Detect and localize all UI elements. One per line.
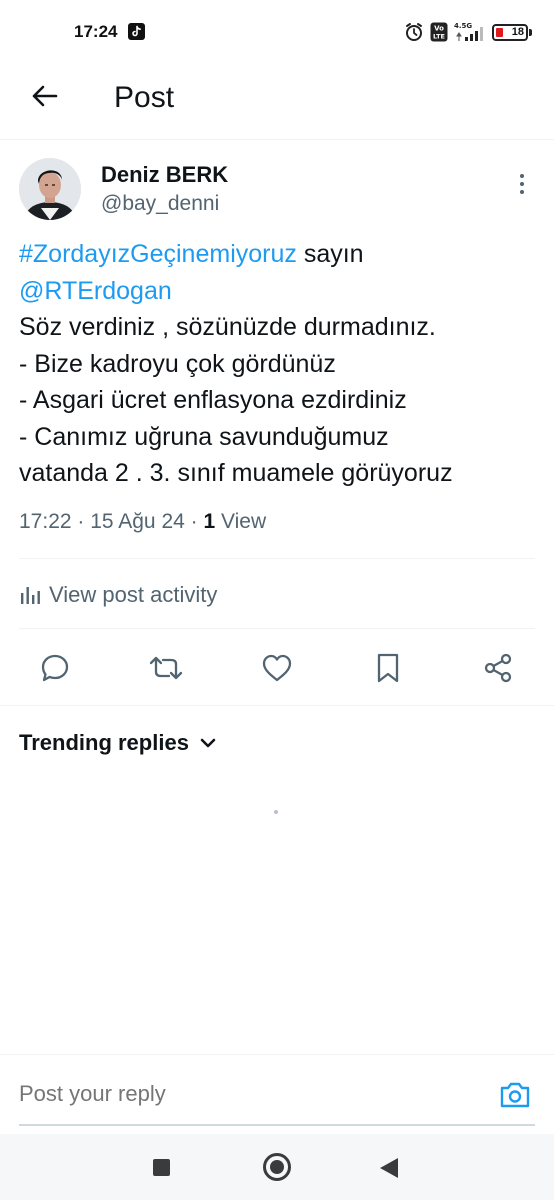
reply-input[interactable] xyxy=(19,1081,459,1107)
battery-percent: 18 xyxy=(511,26,524,38)
alarm-clock-icon xyxy=(406,23,422,41)
repost-button[interactable] xyxy=(146,648,186,688)
view-post-activity-label: View post activity xyxy=(49,582,218,607)
mention-link[interactable]: @RTErdogan xyxy=(19,277,172,305)
signal-strength-icon: 4.5G xyxy=(454,22,483,41)
network-type-label: 4.5G xyxy=(454,22,472,30)
views-count: 1 xyxy=(203,510,216,533)
like-button[interactable] xyxy=(257,648,297,688)
volte-icon: Vo LTE xyxy=(430,22,448,42)
tiktok-notification-icon xyxy=(128,23,145,40)
reply-input-underline xyxy=(19,1124,535,1126)
page-title: Post xyxy=(114,81,175,114)
top-app-bar: Post xyxy=(0,64,554,140)
avatar[interactable] xyxy=(19,158,81,220)
post-timestamp[interactable]: 17:22 · 15 Ağu 24 · xyxy=(19,510,203,533)
analytics-bars-icon xyxy=(21,587,40,604)
svg-text:LTE: LTE xyxy=(433,33,445,41)
reply-composer xyxy=(0,1054,554,1134)
more-options-button[interactable] xyxy=(510,172,534,196)
views-label: View xyxy=(215,510,267,533)
reply-button[interactable] xyxy=(35,648,75,688)
bookmark-icon xyxy=(377,653,399,683)
back-button[interactable] xyxy=(26,78,62,114)
divider xyxy=(19,628,535,629)
retweet-icon xyxy=(149,656,183,680)
divider xyxy=(19,558,535,559)
share-button[interactable] xyxy=(478,648,518,688)
post-text-line: Söz verdiniz , sözünüzde durmadınız. xyxy=(19,313,436,341)
loading-indicator xyxy=(274,810,278,814)
reply-sort-label: Trending replies xyxy=(19,730,189,755)
divider xyxy=(0,705,554,706)
system-navigation-bar xyxy=(0,1134,554,1200)
hashtag-link[interactable]: #ZordayızGeçinemiyoruz xyxy=(19,240,297,268)
author-handle[interactable]: @bay_denni xyxy=(101,192,219,216)
bookmark-button[interactable] xyxy=(368,648,408,688)
post-text-line: - Bize kadroyu çok gördünüz xyxy=(19,349,336,378)
system-back-button[interactable] xyxy=(380,1158,398,1178)
post-text-segment: sayın xyxy=(296,240,364,268)
camera-icon xyxy=(500,1082,530,1108)
reply-sort-dropdown[interactable]: Trending replies xyxy=(19,730,217,756)
post-timestamp-views: 17:22 · 15 Ağu 24 · 1 View xyxy=(19,510,266,534)
post-text-line: - Asgari ücret enflasyona ezdirdiniz xyxy=(19,386,407,414)
recents-button[interactable] xyxy=(153,1159,170,1176)
arrow-left-icon xyxy=(32,85,58,107)
reply-icon xyxy=(41,654,69,682)
svg-text:Vo: Vo xyxy=(434,25,444,33)
share-icon xyxy=(484,653,512,683)
home-button[interactable] xyxy=(263,1153,291,1181)
avatar-photo xyxy=(19,158,81,220)
author-name[interactable]: Deniz BERK xyxy=(101,162,228,188)
status-time: 17:24 xyxy=(74,22,118,41)
battery-level-fill xyxy=(496,27,504,37)
status-bar: 17:24 Vo LTE 4.5G 18 xyxy=(0,0,554,64)
post-text-line: vatanda 2 . 3. sınıf muamele görüyoruz xyxy=(19,459,453,487)
view-post-activity-button[interactable]: View post activity xyxy=(19,580,217,610)
status-icons: Vo LTE 4.5G 18 xyxy=(404,20,532,44)
battery-indicator: 18 xyxy=(492,23,532,41)
like-icon xyxy=(262,654,292,682)
post-actions xyxy=(0,648,554,688)
post-text-line: - Canımız uğruna savunduğumuz xyxy=(19,422,389,451)
camera-button[interactable] xyxy=(498,1079,532,1111)
more-vertical-icon xyxy=(520,174,524,194)
post-text: #ZordayızGeçinemiyoruz sayın @RTErdogan … xyxy=(19,236,539,492)
chevron-down-icon xyxy=(200,738,216,748)
